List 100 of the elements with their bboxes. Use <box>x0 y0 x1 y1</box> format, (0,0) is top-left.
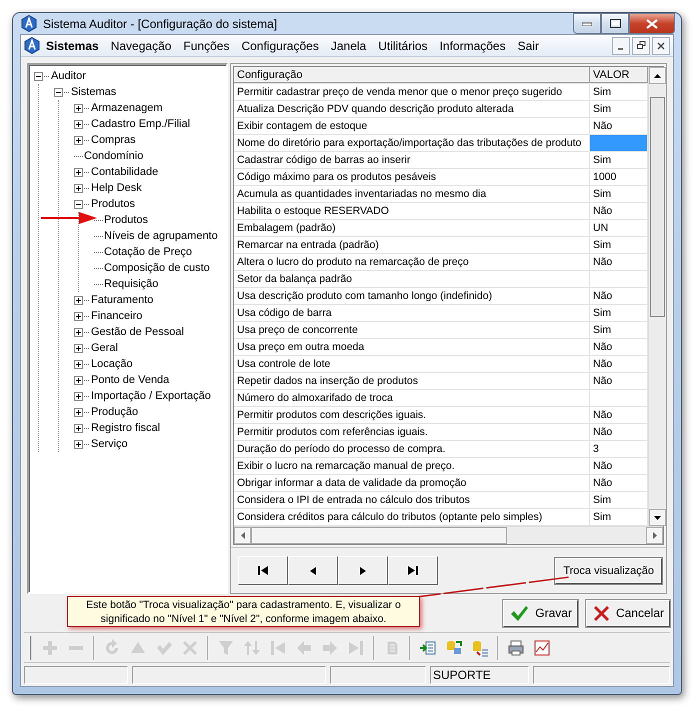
tree-item[interactable]: Níveis de agrupamento <box>103 230 219 242</box>
tree-item[interactable]: Composição de custo <box>103 262 211 274</box>
collapse-icon[interactable] <box>34 72 43 80</box>
expand-icon[interactable] <box>74 296 83 304</box>
checkmark-icon <box>510 604 530 622</box>
restore-icon[interactable] <box>632 36 650 54</box>
tree-item[interactable]: Auditor <box>50 70 87 82</box>
table-cell: Usa preço de concorrente <box>234 322 590 338</box>
table-cell: Exibir o lucro na remarcação manual de preço. <box>234 458 590 474</box>
expand-icon[interactable] <box>74 120 83 128</box>
app-logo-icon <box>24 37 40 54</box>
tree-item[interactable]: Requisição <box>103 278 160 290</box>
table-cell: Permitir cadastrar preço de venda menor que o menor preço sugerido <box>234 84 590 100</box>
table-cell: Altera o lucro do produto na remarcação de preço <box>234 254 590 270</box>
menu-item[interactable]: Navegação <box>104 38 178 52</box>
x-icon <box>592 604 610 622</box>
expand-icon[interactable] <box>74 424 83 432</box>
table-cell: Cadastrar código de barras ao inserir <box>234 152 590 168</box>
expand-icon[interactable] <box>74 392 83 400</box>
menu-item[interactable]: Sair <box>512 38 545 52</box>
scroll-down-icon[interactable] <box>654 516 661 520</box>
horizontal-scrollbar[interactable] <box>234 526 663 544</box>
table-cell: Obrigar informar a data de validade da promoção <box>234 475 590 491</box>
table-cell: Habilita o estoque RESERVADO <box>234 203 590 219</box>
maximize-icon[interactable] <box>601 13 629 34</box>
first-record-icon[interactable] <box>238 556 288 585</box>
expand-icon[interactable] <box>74 312 83 320</box>
scroll-up-icon[interactable] <box>654 74 661 78</box>
table-cell: Permitir produtos com descrições iguais. <box>234 407 590 423</box>
tree-item[interactable]: Cadastro Emp./Filial <box>90 118 192 130</box>
menu-item[interactable]: Informações <box>434 38 512 52</box>
tree-item[interactable]: Ponto de Venda <box>90 374 170 386</box>
expand-icon[interactable] <box>74 104 83 112</box>
column-header[interactable]: VALOR <box>590 67 648 83</box>
menu-item[interactable]: Sistemas <box>40 38 105 52</box>
expand-icon[interactable] <box>74 168 83 176</box>
table-cell[interactable] <box>590 135 648 151</box>
tree-item[interactable]: Produção <box>90 406 140 418</box>
table-cell: Usa código de barra <box>234 305 590 321</box>
table-cell: Usa preço em outra moeda <box>234 339 590 355</box>
table-cell: Repetir dados na inserção de produtos <box>234 373 590 389</box>
table-cell: Setor da balança padrão <box>234 271 590 287</box>
table-cell: Embalagem (padrão) <box>234 220 590 236</box>
tree-item[interactable]: Serviço <box>90 438 129 450</box>
table-cell: Remarcar na entrada (padrão) <box>234 237 590 253</box>
close-icon[interactable] <box>652 36 670 54</box>
expand-icon[interactable] <box>74 344 83 352</box>
table-cell: Permitir produtos com referências iguais. <box>234 424 590 440</box>
view-toggle-button[interactable]: Troca visualização <box>555 558 662 584</box>
tree-item[interactable]: Compras <box>90 134 137 146</box>
table-cell: Duração do período do processo de compra. <box>234 441 590 457</box>
tree-item[interactable]: Registro fiscal <box>90 422 162 434</box>
tree-item[interactable]: Condomínio <box>83 150 144 162</box>
tree-item[interactable]: Cotação de Preço <box>103 246 194 258</box>
table-cell: Atualiza Descrição PDV quando descrição produto alterada <box>234 101 590 117</box>
expand-icon[interactable] <box>74 328 83 336</box>
collapse-icon[interactable] <box>54 88 63 96</box>
tree-item[interactable]: Locação <box>90 358 134 370</box>
app-logo-icon <box>21 15 37 32</box>
vertical-scrollbar[interactable] <box>648 67 666 526</box>
menu-item[interactable]: Funções <box>177 38 236 52</box>
tree-item[interactable]: Help Desk <box>90 182 143 194</box>
menu-item[interactable]: Configurações <box>235 38 325 52</box>
table-cell: Usa controle de lote <box>234 356 590 372</box>
menu-item[interactable]: Janela <box>324 38 372 52</box>
table-cell: Exibir contagem de estoque <box>234 118 590 134</box>
expand-icon[interactable] <box>74 376 83 384</box>
tree-item[interactable]: Financeiro <box>90 310 144 322</box>
menu-item[interactable]: Utilitários <box>372 38 434 52</box>
scroll-right-icon[interactable] <box>652 532 656 539</box>
tree-item[interactable]: Gestão de Pessoal <box>90 326 185 338</box>
expand-icon[interactable] <box>74 136 83 144</box>
tree-item[interactable]: Faturamento <box>90 294 154 306</box>
tree-item[interactable]: Produtos <box>103 214 150 226</box>
table-cell: Acumula as quantidades inventariadas no mesmo dia <box>234 186 590 202</box>
tree-item[interactable]: Importação / Exportação <box>90 390 212 402</box>
column-header[interactable]: Configuração <box>234 67 590 83</box>
status-user: SUPORTE <box>430 666 529 684</box>
save-button[interactable]: Gravar <box>503 600 578 626</box>
minimize-icon[interactable] <box>573 13 601 34</box>
tree-item[interactable]: Produtos <box>90 198 136 210</box>
table-cell: Considera créditos para cálculo do tributos (optante pelo simples) <box>234 509 590 525</box>
expand-icon[interactable] <box>74 360 83 368</box>
table-cell: Usa descrição produto com tamanho longo (indefinido) <box>234 288 590 304</box>
last-record-icon[interactable] <box>388 556 438 585</box>
table-cell: Considera o IPI de entrada no cálculo dos tributos <box>234 492 590 508</box>
tree-item[interactable]: Armazenagem <box>90 102 164 114</box>
window-title: Sistema Auditor - [Configuração do sistema] <box>43 16 278 30</box>
table-cell: Número do almoxarifado de troca <box>234 390 590 406</box>
cancel-button[interactable]: Cancelar <box>586 600 670 626</box>
expand-icon[interactable] <box>74 184 83 192</box>
tree-item[interactable]: Geral <box>90 342 119 354</box>
table-cell: Código máximo para os produtos pesáveis <box>234 169 590 185</box>
tree-item[interactable]: Sistemas <box>70 86 118 98</box>
tree-item[interactable]: Contabilidade <box>90 166 160 178</box>
close-icon[interactable] <box>629 13 675 34</box>
expand-icon[interactable] <box>74 440 83 448</box>
collapse-icon[interactable] <box>74 200 83 208</box>
expand-icon[interactable] <box>74 408 83 416</box>
scroll-left-icon[interactable] <box>240 532 244 539</box>
